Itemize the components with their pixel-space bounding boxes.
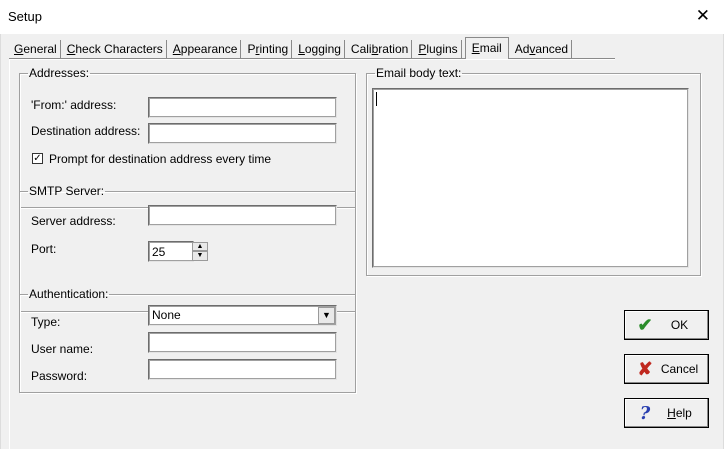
prompt-destination-label: Prompt for destination address every tim… bbox=[49, 152, 272, 166]
tab-advanced[interactable]: Advanced bbox=[512, 40, 573, 58]
panel-edge bbox=[9, 59, 10, 449]
auth-type-value: None bbox=[152, 308, 181, 322]
auth-type-dropdown-button[interactable]: ▼ bbox=[318, 307, 335, 324]
port-input[interactable] bbox=[148, 241, 194, 262]
user-name-input[interactable] bbox=[148, 332, 337, 353]
auth-type-select[interactable]: None bbox=[148, 305, 337, 326]
ok-button-label: OK bbox=[670, 318, 689, 332]
port-label: Port: bbox=[31, 242, 57, 256]
checkmark-icon: ✔ bbox=[637, 314, 653, 335]
cancel-button-label: Cancel bbox=[660, 362, 699, 376]
tab-divider-highlight bbox=[9, 59, 615, 60]
chevron-down-icon: ▼ bbox=[322, 310, 331, 320]
cross-icon: ✘ bbox=[637, 358, 653, 379]
password-label: Password: bbox=[31, 369, 88, 383]
smtp-server-legend: SMTP Server: bbox=[29, 184, 105, 198]
checkmark-icon: ✓ bbox=[33, 153, 42, 164]
from-address-label: 'From:' address: bbox=[31, 98, 117, 112]
tab-logging[interactable]: Logging bbox=[295, 40, 345, 58]
authentication-legend: Authentication: bbox=[29, 287, 109, 301]
server-address-input[interactable] bbox=[148, 205, 337, 226]
addresses-legend: Addresses: bbox=[29, 66, 90, 80]
tab-printing[interactable]: Printing bbox=[244, 40, 293, 58]
arrow-up-icon: ▲ bbox=[196, 243, 204, 250]
prompt-destination-checkbox[interactable]: ✓ bbox=[32, 153, 43, 164]
window-title: Setup bbox=[8, 9, 42, 24]
arrow-down-icon: ▼ bbox=[196, 252, 204, 259]
email-body-textarea[interactable] bbox=[372, 88, 689, 268]
port-decrement-button[interactable]: ▼ bbox=[192, 251, 208, 261]
tab-strip: General Check Characters Appearance Prin… bbox=[11, 37, 575, 59]
from-address-input[interactable] bbox=[148, 97, 337, 118]
text-caret bbox=[376, 92, 377, 106]
tab-general[interactable]: General bbox=[11, 40, 61, 58]
help-button-label: Help bbox=[667, 406, 692, 420]
password-input[interactable] bbox=[148, 359, 337, 380]
cancel-button[interactable]: ✘ Cancel bbox=[624, 354, 709, 384]
dialog-client: General Check Characters Appearance Prin… bbox=[0, 34, 724, 449]
help-button[interactable]: ? Help bbox=[624, 398, 709, 428]
tab-check-characters[interactable]: Check Characters bbox=[64, 40, 167, 58]
auth-type-label: Type: bbox=[31, 315, 61, 329]
help-icon: ? bbox=[639, 402, 651, 424]
title-bar: Setup ✕ bbox=[0, 0, 724, 34]
tab-appearance[interactable]: Appearance bbox=[170, 40, 242, 58]
server-address-label: Server address: bbox=[31, 214, 116, 228]
user-name-label: User name: bbox=[31, 342, 94, 356]
destination-address-label: Destination address: bbox=[31, 124, 141, 138]
tab-calibration[interactable]: Calibration bbox=[348, 40, 413, 58]
email-body-legend: Email body text: bbox=[376, 66, 462, 80]
port-increment-button[interactable]: ▲ bbox=[192, 242, 208, 251]
tab-email[interactable]: Email bbox=[464, 37, 509, 59]
ok-button[interactable]: ✔ OK bbox=[624, 310, 709, 340]
close-icon[interactable]: ✕ bbox=[696, 6, 710, 26]
tab-plugins[interactable]: Plugins bbox=[415, 40, 462, 58]
destination-address-input[interactable] bbox=[148, 123, 337, 144]
